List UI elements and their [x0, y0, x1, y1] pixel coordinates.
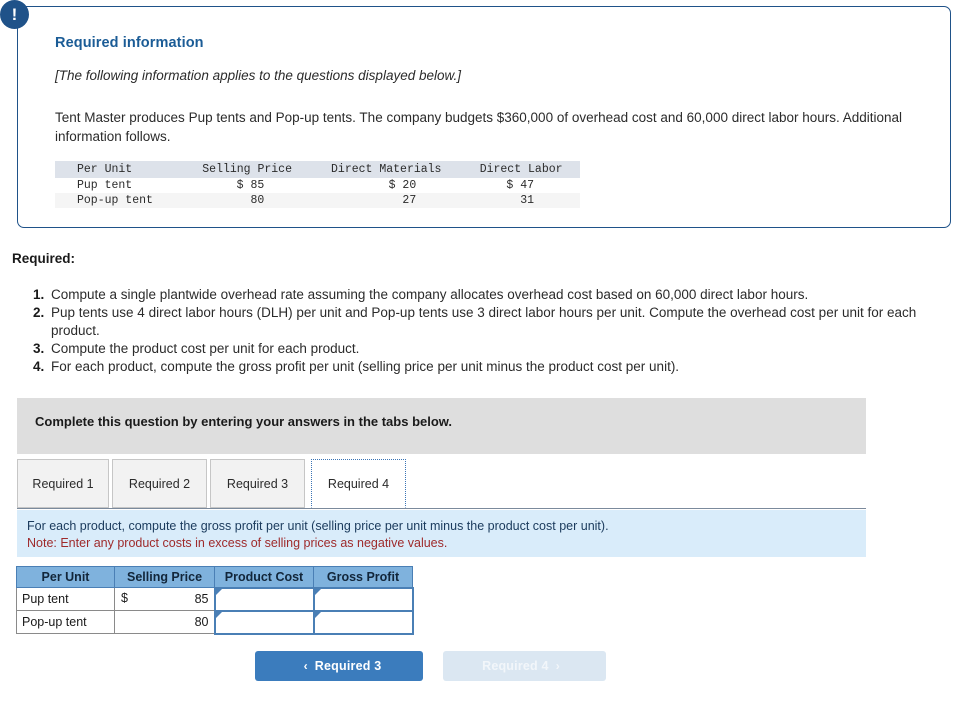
cell-pup-direct-labor: $ 47 [462, 178, 580, 193]
info-panel-title: Required information [55, 35, 204, 51]
info-panel-body-text: Tent Master produces Pup tents and Pop-u… [55, 110, 903, 144]
required-information-panel: ! Required information [The following in… [0, 0, 951, 228]
row-label-popup-tent: Pop-up tent [16, 610, 115, 634]
row-label-pup-tent: Pup tent [55, 178, 184, 193]
table-row: Pup tent $ 85 $ 20 $ 47 [55, 178, 580, 193]
answer-entry-table: Per Unit Selling Price Product Cost Gros… [16, 566, 414, 635]
tab-bar: Required 1 Required 2 Required 3 Require… [17, 459, 866, 509]
chevron-right-icon: › [555, 659, 560, 673]
instruction-note-line: Note: Enter any product costs in excess … [27, 536, 448, 550]
cell-popup-selling-price-value: 80 [194, 615, 209, 629]
list-item: Compute a single plantwide overhead rate… [48, 286, 953, 304]
nav-prev-label: Required 3 [314, 659, 382, 673]
tab-required-4[interactable]: Required 4 [311, 459, 406, 508]
tab-required-2[interactable]: Required 2 [112, 459, 207, 508]
list-item: Pup tents use 4 direct labor hours (DLH)… [48, 304, 953, 339]
table-header-row: Per Unit Selling Price Direct Materials … [55, 161, 580, 178]
required-heading: Required: [12, 251, 76, 266]
currency-symbol: $ [121, 591, 128, 605]
cell-pup-selling-price: $ 85 [114, 587, 215, 611]
instruction-panel: For each product, compute the gross prof… [17, 510, 866, 557]
cell-pup-selling-price-value: 85 [194, 592, 209, 606]
cell-pup-direct-materials: $ 20 [310, 178, 463, 193]
cell-pup-selling-price: $ 85 [184, 178, 311, 193]
column-header-per-unit: Per Unit [55, 161, 184, 178]
cell-popup-selling-price: 80 [184, 193, 311, 208]
table-row: Pop-up tent 80 [16, 609, 414, 635]
input-pup-product-cost[interactable] [213, 586, 315, 612]
list-item: For each product, compute the gross prof… [48, 358, 953, 376]
previous-required-3-button[interactable]: ‹ Required 3 [255, 651, 423, 681]
nav-next-label: Required 4 [482, 659, 549, 673]
column-header-selling-price: Selling Price [184, 161, 311, 178]
given-data-table: Per Unit Selling Price Direct Materials … [55, 161, 580, 208]
instruction-line-1: For each product, compute the gross prof… [27, 519, 609, 533]
required-list: Compute a single plantwide overhead rate… [28, 286, 953, 376]
info-panel-italic-note: [The following information applies to th… [55, 68, 461, 83]
tab-required-3[interactable]: Required 3 [210, 459, 305, 508]
chevron-left-icon: ‹ [303, 659, 308, 673]
next-required-4-button[interactable]: Required 4 › [443, 651, 606, 681]
column-header-direct-labor: Direct Labor [462, 161, 580, 178]
complete-question-text: Complete this question by entering your … [35, 414, 453, 429]
list-item: Compute the product cost per unit for ea… [48, 340, 953, 358]
input-pup-gross-profit[interactable] [312, 586, 414, 612]
input-popup-gross-profit[interactable] [312, 609, 414, 635]
column-header-product-cost: Product Cost [214, 566, 314, 588]
row-label-pup-tent: Pup tent [16, 587, 115, 611]
tab-required-1[interactable]: Required 1 [17, 459, 109, 508]
table-row: Pop-up tent 80 27 31 [55, 193, 580, 208]
column-header-direct-materials: Direct Materials [310, 161, 463, 178]
cell-popup-direct-materials: 27 [310, 193, 463, 208]
answer-table-header-row: Per Unit Selling Price Product Cost Gros… [16, 566, 413, 588]
input-popup-product-cost[interactable] [213, 609, 315, 635]
complete-question-bar: Complete this question by entering your … [17, 398, 866, 454]
cell-popup-direct-labor: 31 [462, 193, 580, 208]
column-header-per-unit: Per Unit [16, 566, 115, 588]
table-row: Pup tent $ 85 [16, 586, 414, 612]
column-header-selling-price: Selling Price [114, 566, 215, 588]
cell-popup-selling-price: 80 [114, 610, 215, 634]
row-label-popup-tent: Pop-up tent [55, 193, 184, 208]
column-header-gross-profit: Gross Profit [313, 566, 413, 588]
exclamation-icon: ! [0, 0, 29, 29]
